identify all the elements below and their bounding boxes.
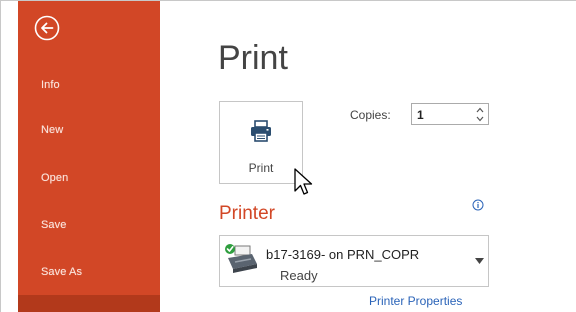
printer-name: b17-3169- on PRN_COPR bbox=[266, 247, 420, 262]
sidebar-item-info[interactable]: Info bbox=[41, 79, 161, 91]
caret-down-icon bbox=[475, 258, 484, 264]
sidebar-item-print-selected[interactable] bbox=[18, 295, 160, 312]
printer-icon bbox=[251, 120, 271, 142]
print-button[interactable]: Print bbox=[219, 101, 303, 184]
page-title: Print bbox=[218, 39, 288, 77]
print-backstage: Info New Open Save Save As Print Print C… bbox=[0, 0, 576, 312]
printer-dropdown[interactable]: b17-3169- on PRN_COPR Ready bbox=[219, 235, 489, 287]
printer-properties-link[interactable]: Printer Properties bbox=[369, 294, 462, 308]
sidebar-item-save-as[interactable]: Save As bbox=[41, 266, 161, 278]
printer-ready-icon bbox=[225, 244, 257, 273]
chevron-down-icon[interactable] bbox=[475, 115, 485, 123]
chevron-up-icon[interactable] bbox=[475, 106, 485, 114]
info-icon[interactable] bbox=[472, 199, 484, 211]
sidebar-item-open[interactable]: Open bbox=[41, 172, 161, 184]
sidebar-item-save[interactable]: Save bbox=[41, 219, 161, 231]
arrow-left-circle-icon bbox=[34, 15, 60, 41]
printer-section-heading: Printer bbox=[219, 203, 275, 224]
copies-label: Copies: bbox=[350, 108, 391, 122]
back-button[interactable] bbox=[34, 15, 60, 41]
backstage-sidebar: Info New Open Save Save As bbox=[18, 1, 160, 312]
sidebar-item-new[interactable]: New bbox=[41, 124, 161, 136]
copies-stepper[interactable]: 1 bbox=[411, 103, 489, 125]
copies-value[interactable]: 1 bbox=[417, 108, 424, 122]
printer-status: Ready bbox=[280, 268, 318, 283]
print-button-label: Print bbox=[248, 161, 274, 175]
